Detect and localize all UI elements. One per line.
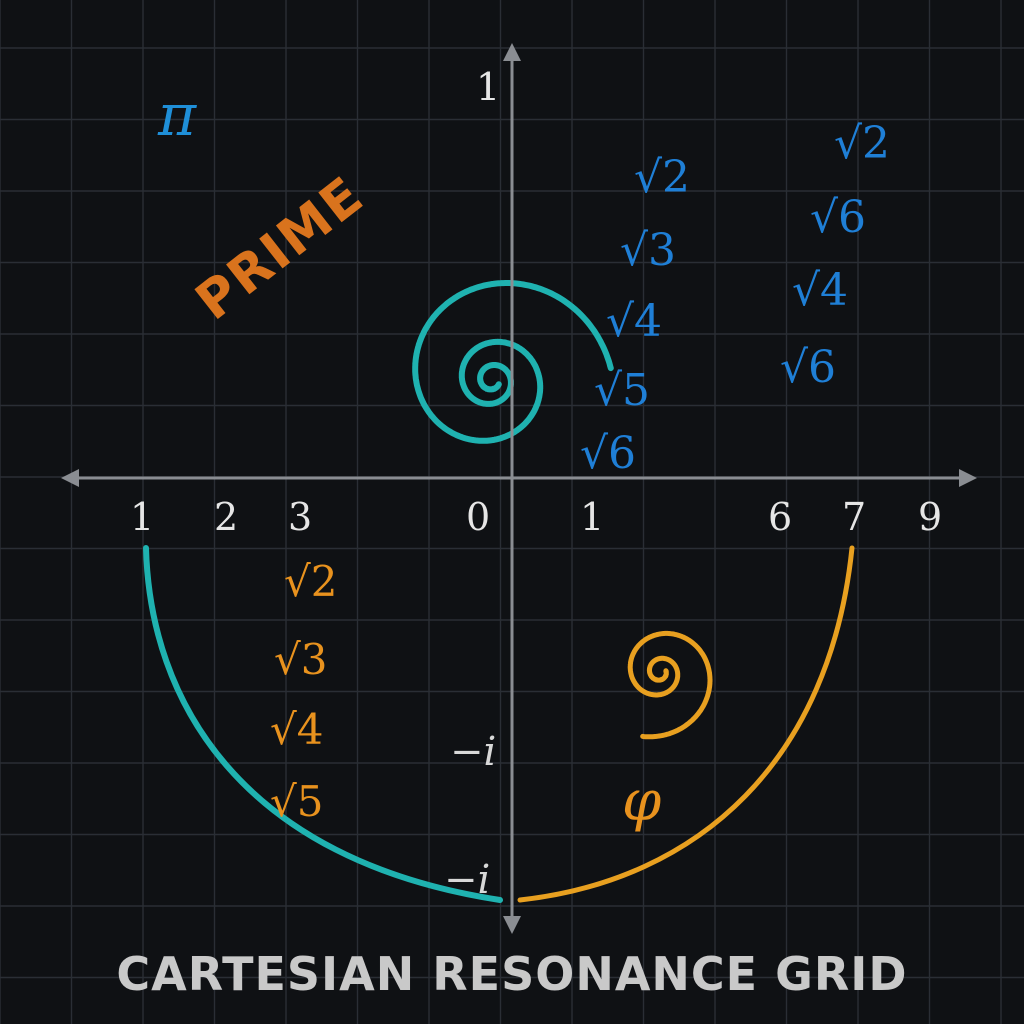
x-tick-left-2: 2 xyxy=(214,495,238,539)
y-axis-top-label: 1 xyxy=(476,65,500,109)
phi-symbol: φ xyxy=(622,769,661,834)
orange-root-3: √4 xyxy=(270,705,323,754)
inner-root-2: √3 xyxy=(620,225,676,276)
x-tick-right-6: 6 xyxy=(768,495,792,539)
orange-root-1: √2 xyxy=(284,557,337,606)
resonance-diagram: 1 −i −i 1 2 3 0 1 6 7 9 π φ PRIME √2 √3 … xyxy=(0,0,1024,1024)
diagram-title: CARTESIAN RESONANCE GRID xyxy=(116,947,907,1001)
x-tick-right-9: 9 xyxy=(918,495,942,539)
x-tick-origin: 0 xyxy=(466,495,490,539)
outer-root-2: √6 xyxy=(810,192,866,243)
inner-root-4: √5 xyxy=(594,365,650,416)
x-tick-left-3: 3 xyxy=(288,495,312,539)
y-axis-neg-i-upper: −i xyxy=(450,729,496,775)
outer-root-3: √4 xyxy=(792,265,848,316)
y-axis-neg-i-lower: −i xyxy=(444,857,490,903)
x-tick-right-1: 1 xyxy=(580,495,604,539)
gold-spiral-curve xyxy=(627,630,713,740)
orange-root-2: √3 xyxy=(274,635,327,684)
prime-label: PRIME xyxy=(185,165,375,332)
inner-root-5: √6 xyxy=(580,428,636,479)
inner-root-1: √2 xyxy=(634,152,690,203)
inner-root-3: √4 xyxy=(606,296,662,347)
x-tick-right-7: 7 xyxy=(842,495,866,539)
diagram-canvas: 1 −i −i 1 2 3 0 1 6 7 9 π φ PRIME √2 √3 … xyxy=(0,0,1024,1024)
outer-root-1: √2 xyxy=(834,118,890,169)
pi-symbol: π xyxy=(157,81,197,149)
outer-root-4: √6 xyxy=(780,342,836,393)
orange-root-4: √5 xyxy=(270,777,323,826)
x-tick-left-1: 1 xyxy=(130,495,154,539)
